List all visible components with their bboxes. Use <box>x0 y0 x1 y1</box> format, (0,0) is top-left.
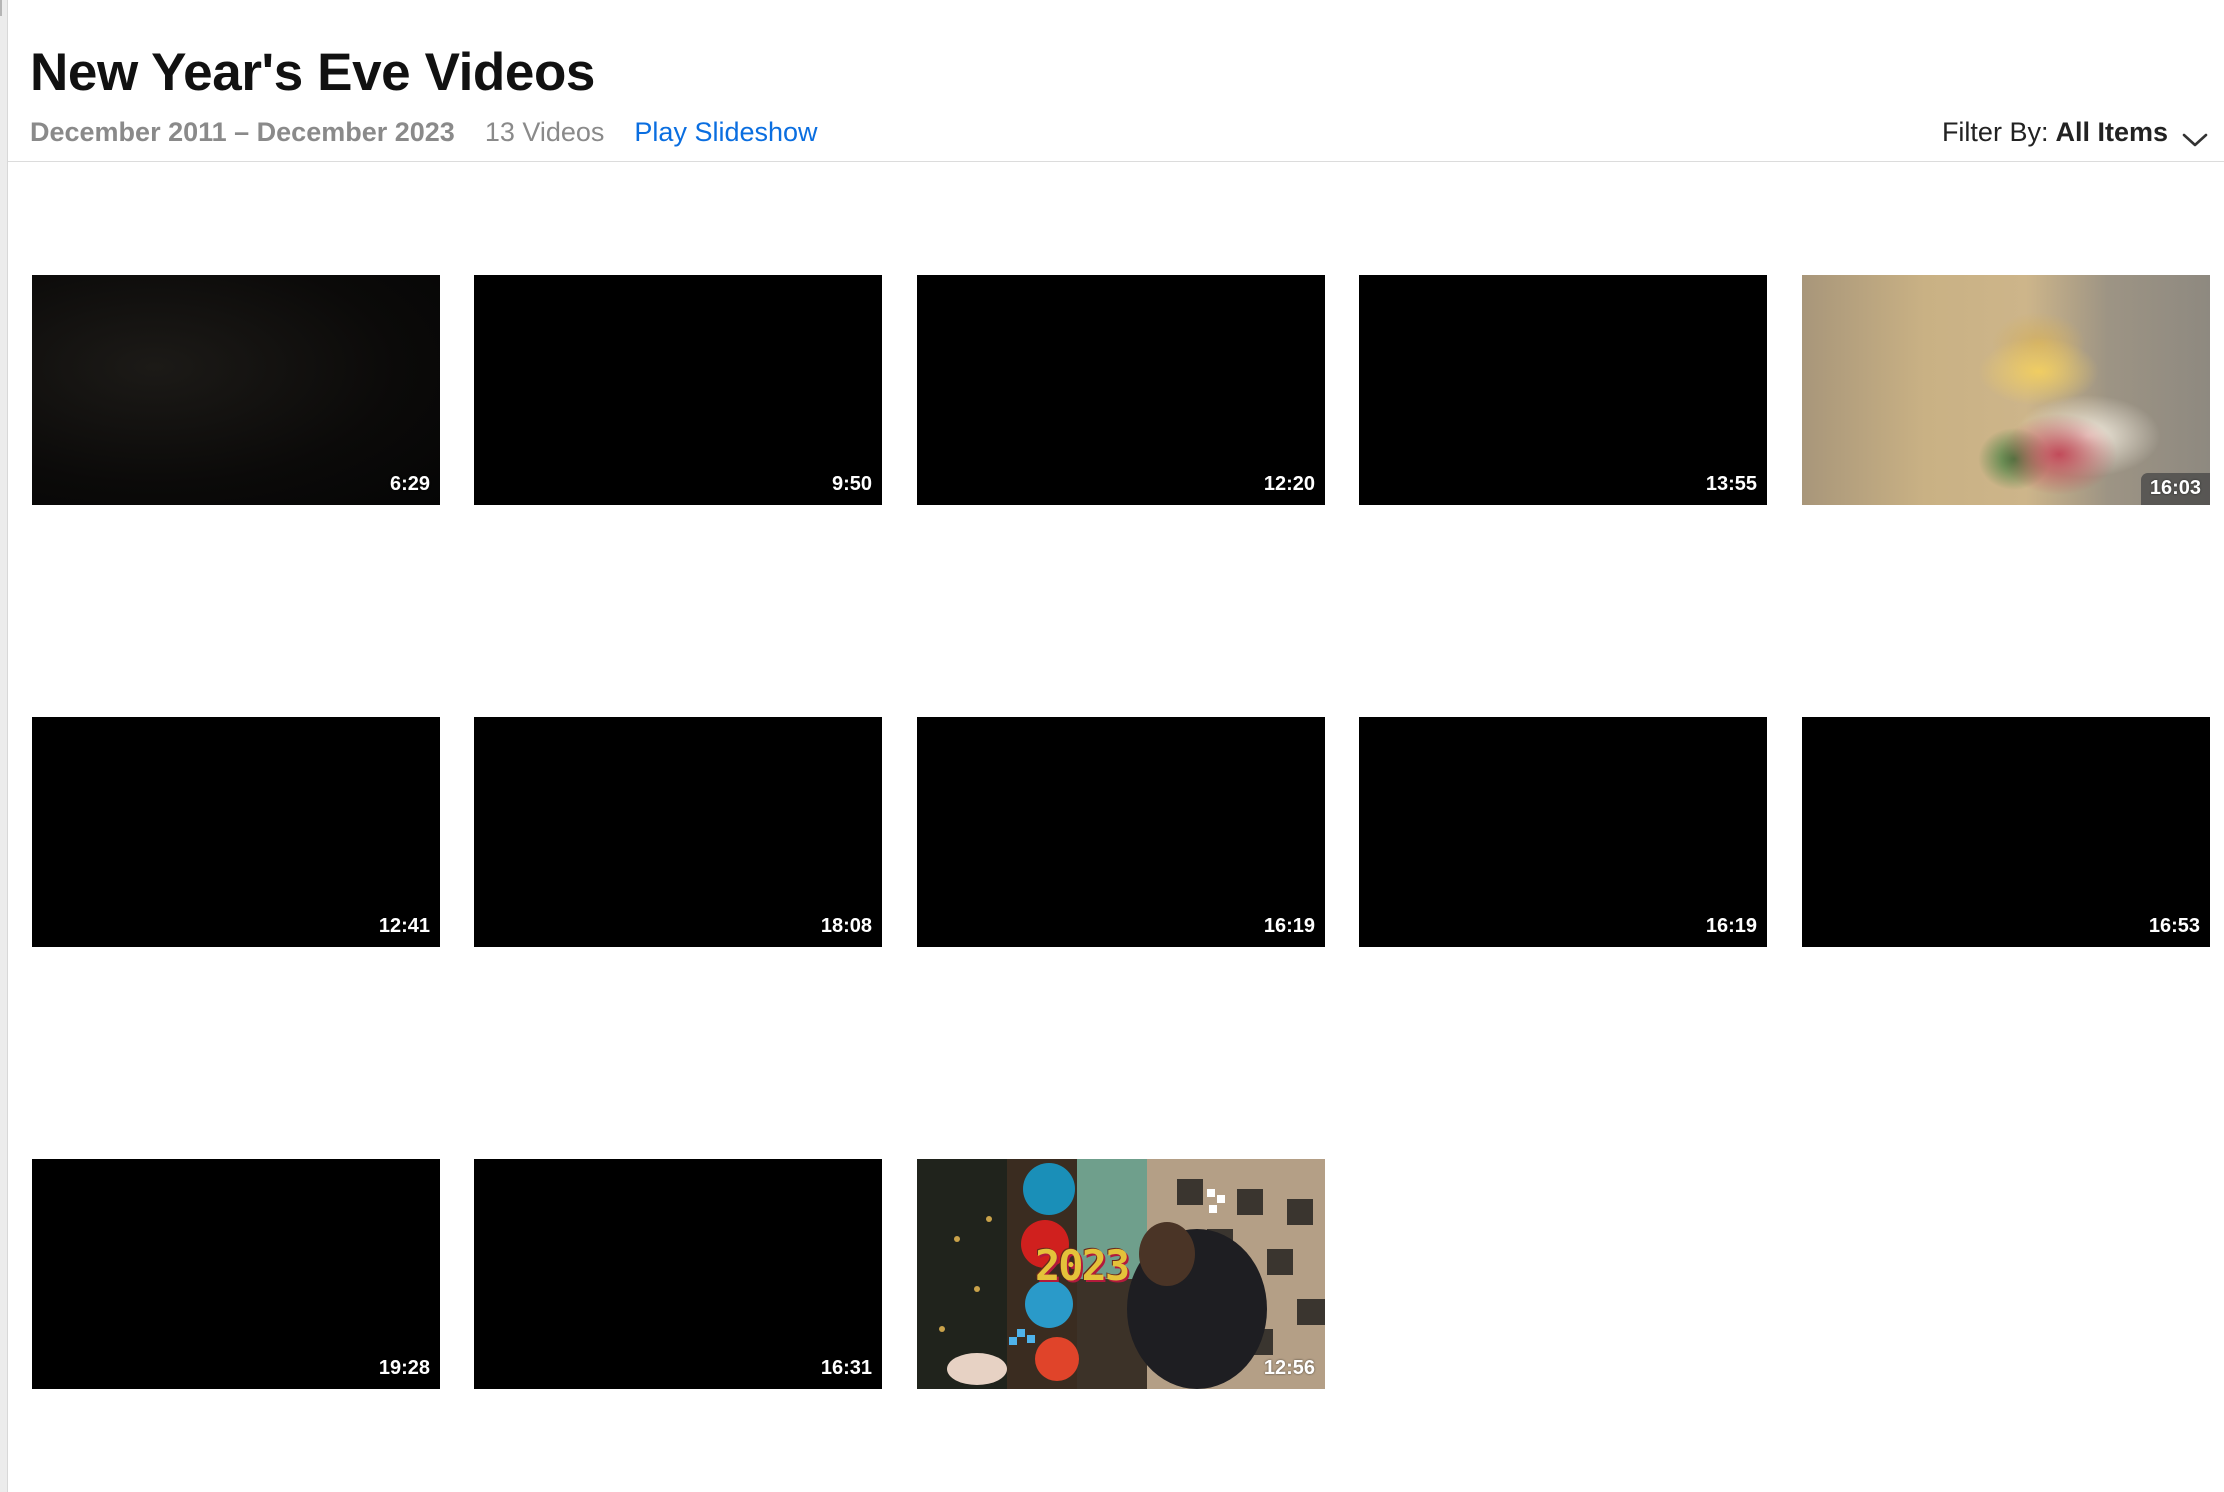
video-thumbnail[interactable]: 19:28 <box>32 1159 440 1389</box>
video-duration: 13:55 <box>1705 473 1757 495</box>
video-thumbnail[interactable]: 16:31 <box>474 1159 882 1389</box>
video-duration: 12:20 <box>1263 473 1315 495</box>
video-duration: 16:19 <box>1705 915 1757 937</box>
video-duration: 16:31 <box>820 1357 872 1379</box>
video-thumbnail[interactable]: 2023 12:56 <box>917 1159 1325 1389</box>
video-thumbnail[interactable]: 12:20 <box>917 275 1325 505</box>
video-duration: 9:50 <box>831 473 872 495</box>
video-thumbnail[interactable]: 16:03 <box>1802 275 2210 505</box>
video-thumbnail[interactable]: 18:08 <box>474 717 882 947</box>
video-duration: 16:19 <box>1263 915 1315 937</box>
video-thumbnail[interactable]: 6:29 <box>32 275 440 505</box>
video-duration: 18:08 <box>820 915 872 937</box>
video-duration: 16:53 <box>2148 915 2200 937</box>
video-duration: 19:28 <box>378 1357 430 1379</box>
video-thumbnail[interactable]: 16:19 <box>917 717 1325 947</box>
video-grid: 6:29 9:50 12:20 13:55 16:03 12:41 18:08 … <box>0 0 2224 1492</box>
video-duration: 12:41 <box>378 915 430 937</box>
video-thumbnail[interactable]: 16:53 <box>1802 717 2210 947</box>
video-thumbnail[interactable]: 12:41 <box>32 717 440 947</box>
video-duration: 12:56 <box>1263 1357 1315 1379</box>
video-duration: 16:03 <box>2140 473 2210 505</box>
video-duration: 6:29 <box>389 473 430 495</box>
thumbnail-year-text: 2023 <box>1035 1241 1130 1290</box>
video-thumbnail[interactable]: 9:50 <box>474 275 882 505</box>
video-thumbnail[interactable]: 16:19 <box>1359 717 1767 947</box>
video-thumbnail[interactable]: 13:55 <box>1359 275 1767 505</box>
